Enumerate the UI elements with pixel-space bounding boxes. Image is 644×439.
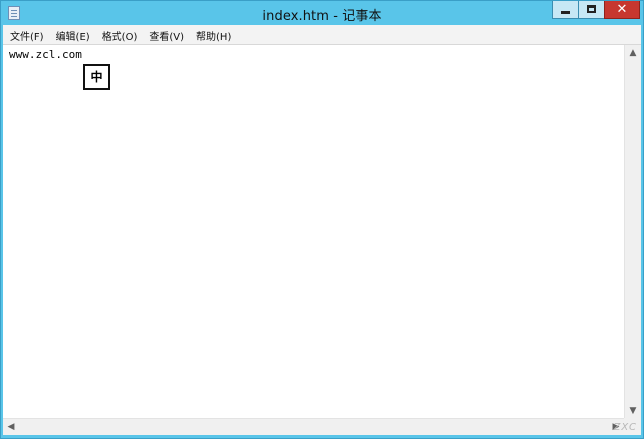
text-editor-area[interactable]: www.zcl.com 中 ▲ ▼ ◀ ▶ ZXC xyxy=(3,44,641,435)
close-icon: ✕ xyxy=(616,2,628,17)
scroll-left-icon[interactable]: ◀ xyxy=(3,419,19,435)
close-button[interactable]: ✕ xyxy=(604,1,640,19)
horizontal-scrollbar[interactable]: ◀ ▶ xyxy=(3,418,624,435)
watermark: ZXC xyxy=(613,422,637,433)
menu-bar: 文件(F) 编辑(E) 格式(O) 查看(V) 帮助(H) xyxy=(3,25,641,44)
notepad-window: index.htm - 记事本 ✕ 文件(F) 编辑(E) 格式(O) 查看(V) 帮助… xyxy=(0,0,644,439)
scrollbar-corner: ZXC xyxy=(613,418,641,435)
scroll-up-icon[interactable]: ▲ xyxy=(625,45,641,61)
minimize-icon xyxy=(561,11,570,14)
maximize-icon xyxy=(587,5,596,13)
ime-mode-indicator: 中 xyxy=(83,64,110,90)
window-title: index.htm - 记事本 xyxy=(262,9,382,24)
vertical-scrollbar[interactable]: ▲ ▼ xyxy=(624,45,641,419)
minimize-button[interactable] xyxy=(552,1,579,19)
maximize-button[interactable] xyxy=(578,1,605,19)
title-bar[interactable]: index.htm - 记事本 ✕ xyxy=(1,1,643,25)
scroll-down-icon[interactable]: ▼ xyxy=(625,403,641,419)
document-text[interactable]: www.zcl.com xyxy=(9,48,82,61)
